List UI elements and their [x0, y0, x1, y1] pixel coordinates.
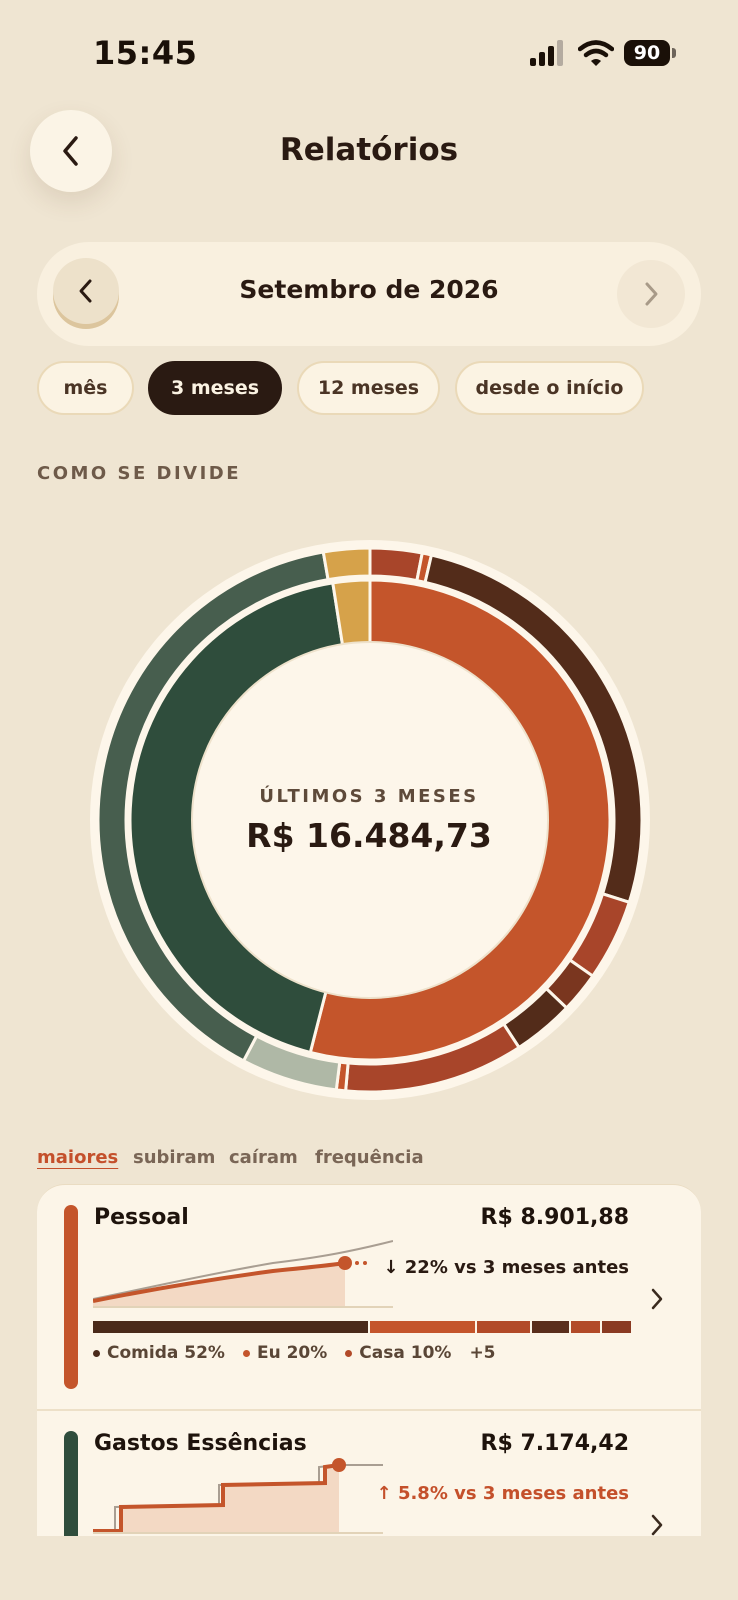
- category-legend: Comida 52% Eu 20% Casa 10% +5: [93, 1343, 496, 1363]
- legend-item-label: Eu 20%: [256, 1343, 328, 1363]
- category-delta: ↑ 5.8% vs 3 meses antes: [376, 1483, 629, 1504]
- legend-item: Casa 10%: [345, 1343, 451, 1363]
- month-selector: Setembro de 2026: [37, 242, 701, 346]
- split-segment: [601, 1321, 631, 1333]
- outer-ring-slice: [368, 546, 425, 583]
- outer-ring-slice: [321, 546, 372, 582]
- split-segment: [477, 1321, 530, 1333]
- battery-tip: [672, 48, 676, 58]
- category-color-bar: [64, 1205, 78, 1389]
- status-icons: 90: [530, 38, 680, 70]
- summary-subtitle: ÚLTIMOS 3 MESES: [259, 786, 479, 807]
- summary-total: R$ 16.484,73: [246, 816, 492, 855]
- sparkline-area: [93, 1465, 339, 1533]
- range-chip-since-start[interactable]: desde o início: [455, 361, 644, 415]
- category-row-pessoal[interactable]: Pessoal R$ 8.901,88 ↓ 22% vs 3 meses ant…: [37, 1185, 701, 1409]
- split-segment: [93, 1321, 368, 1333]
- range-chip-month[interactable]: mês: [37, 361, 134, 415]
- legend-item-label: Casa 10%: [359, 1343, 452, 1363]
- page-title: Relatórios: [279, 132, 459, 168]
- battery-icon: 90: [624, 40, 670, 66]
- category-list: Pessoal R$ 8.901,88 ↓ 22% vs 3 meses ant…: [37, 1184, 701, 1536]
- category-split-bar: [93, 1321, 631, 1333]
- sparkline-area: [93, 1263, 345, 1307]
- category-delta: ↓ 22% vs 3 meses antes: [383, 1257, 629, 1278]
- wifi-icon: [578, 40, 614, 66]
- sort-tab-fell[interactable]: caíram: [229, 1147, 298, 1168]
- legend-item-label: Comida 52%: [107, 1343, 225, 1363]
- split-segment: [570, 1321, 600, 1333]
- category-sparkline: [93, 1240, 393, 1308]
- sparkline-dot: [363, 1261, 367, 1265]
- category-amount: R$ 8.901,88: [480, 1205, 629, 1230]
- section-label: COMO SE DIVIDE: [37, 463, 242, 484]
- category-row-gastos-essencias[interactable]: Gastos Essências R$ 7.174,42 ↑ 5.8% vs 3…: [37, 1411, 701, 1536]
- chevron-right-icon: [651, 1288, 663, 1310]
- split-segment: [369, 1321, 476, 1333]
- category-name: Gastos Essências: [94, 1431, 307, 1456]
- sparkline-marker: [332, 1458, 346, 1472]
- breakdown-donut-chart: [90, 540, 650, 1100]
- battery-level: 90: [633, 42, 661, 64]
- category-sparkline: [93, 1458, 383, 1534]
- month-label: Setembro de 2026: [239, 275, 499, 304]
- sparkline-marker: [338, 1256, 352, 1270]
- status-time: 15:45: [93, 34, 198, 72]
- legend-item: Eu 20%: [242, 1343, 328, 1363]
- category-color-bar: [64, 1431, 78, 1536]
- split-segment: [531, 1321, 569, 1333]
- legend-more: +5: [469, 1343, 496, 1363]
- sort-tab-frequency[interactable]: frequência: [315, 1147, 424, 1168]
- range-chip-12-months[interactable]: 12 meses: [297, 361, 440, 415]
- signal-icon: [530, 40, 563, 66]
- category-amount: R$ 7.174,42: [480, 1431, 629, 1456]
- sort-tab-rose[interactable]: subiram: [133, 1147, 215, 1168]
- category-name: Pessoal: [94, 1205, 189, 1230]
- chevron-right-icon: [645, 282, 658, 306]
- range-chip-3-months[interactable]: 3 meses: [148, 361, 282, 415]
- next-month-button[interactable]: [617, 260, 685, 328]
- chevron-right-icon: [651, 1514, 663, 1536]
- sort-tab-biggest[interactable]: maiores: [37, 1147, 118, 1168]
- sparkline-dot: [355, 1261, 359, 1265]
- legend-item: Comida 52%: [93, 1343, 225, 1363]
